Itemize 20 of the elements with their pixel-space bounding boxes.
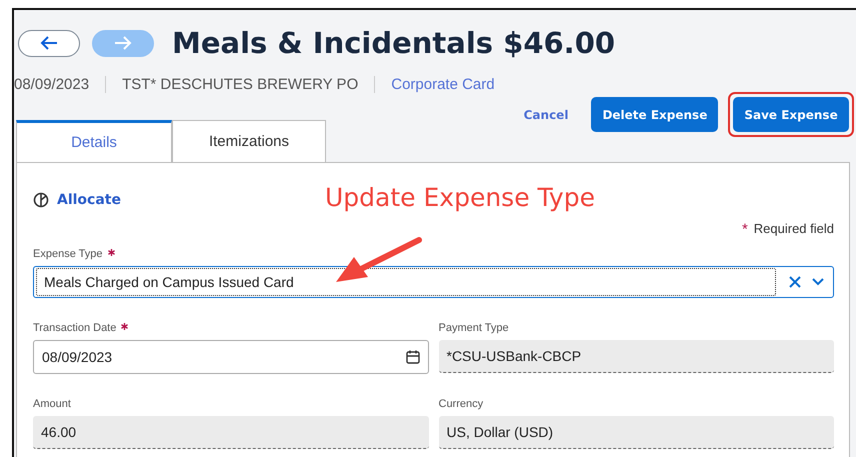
- expense-type-select[interactable]: Meals Charged on Campus Issued Card: [33, 266, 834, 298]
- action-button[interactable]: Delete Expense: [591, 97, 718, 132]
- field-label: Expense Type: [33, 246, 115, 262]
- field-label: Payment Type: [438, 321, 509, 336]
- date-field[interactable]: 08/09/2023: [33, 340, 428, 374]
- tab[interactable]: Itemizations: [172, 120, 326, 162]
- tab[interactable]: Details: [16, 120, 172, 162]
- field-label: Amount: [33, 397, 71, 412]
- required-mark: *: [742, 221, 748, 238]
- expense-title: Meals & Incidentals $46.00: [172, 26, 616, 60]
- action-button[interactable]: Save Expense: [733, 97, 849, 132]
- allocate-link[interactable]: Allocate: [57, 192, 121, 208]
- meta-text: 08/09/2023: [14, 76, 90, 92]
- card-link[interactable]: Corporate Card: [374, 76, 511, 92]
- cancel-link[interactable]: Cancel: [516, 97, 576, 132]
- annotation-text: Update Expense Type: [325, 183, 595, 212]
- field-label: Transaction Date: [33, 320, 128, 336]
- field-label: Currency: [438, 397, 484, 412]
- meta-text: TST* DESCHUTES BREWERY PO: [105, 76, 374, 92]
- required-note: Required field: [754, 221, 834, 238]
